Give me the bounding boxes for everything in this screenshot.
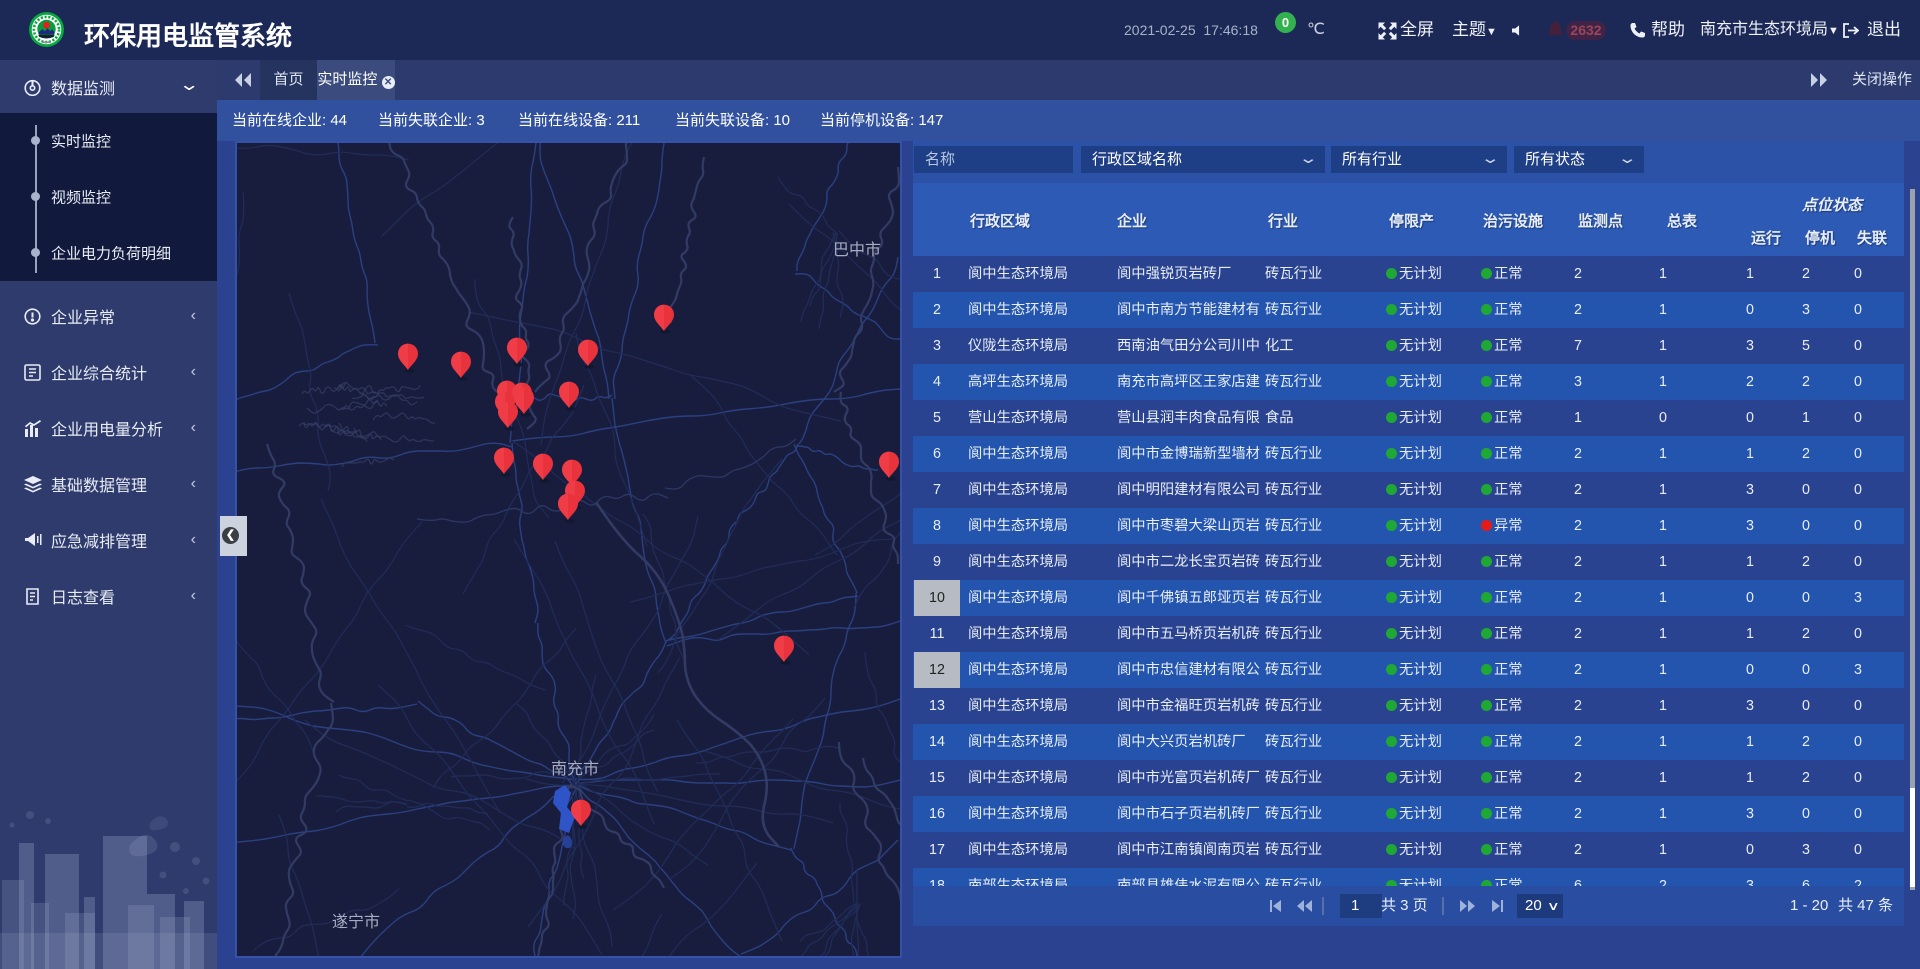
svg-text:南充市: 南充市 xyxy=(551,760,599,778)
svg-text:遂宁市: 遂宁市 xyxy=(332,913,380,931)
svg-text:巴中市: 巴中市 xyxy=(833,241,881,259)
